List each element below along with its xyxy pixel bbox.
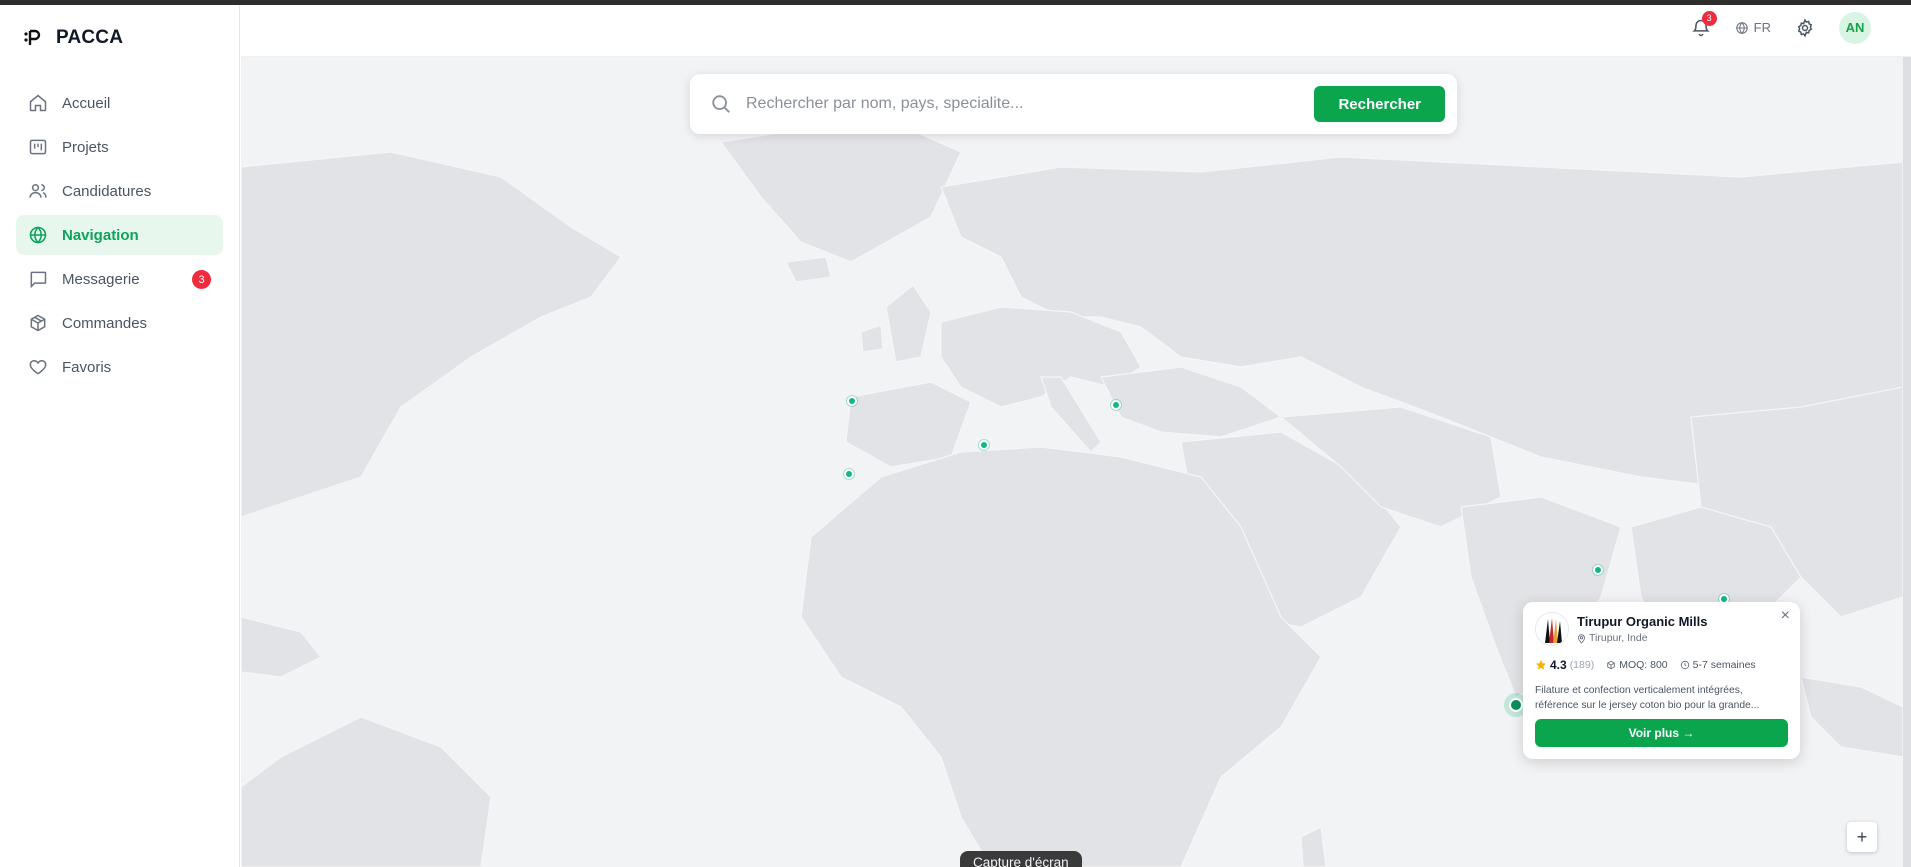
popup-title-group: Tirupur Organic Mills Tirupur, Inde <box>1577 614 1708 644</box>
supplier-marker[interactable] <box>1111 400 1121 410</box>
supplier-marker[interactable] <box>844 469 854 479</box>
notification-badge: 3 <box>1701 10 1717 26</box>
supplier-popup: × Tirupur Organic Mills Tirupur, Inde 4.… <box>1523 602 1800 759</box>
sidebar-item-messagerie[interactable]: Messagerie 3 <box>16 259 223 299</box>
sidebar: PACCA Accueil Projets Candidatures Navig… <box>0 5 240 867</box>
sidebar-item-navigation[interactable]: Navigation <box>16 215 223 255</box>
sidebar-item-label: Projets <box>62 138 109 156</box>
sidebar-item-candidatures[interactable]: Candidatures <box>16 171 223 211</box>
star-icon <box>1536 660 1546 670</box>
supplier-marker[interactable] <box>847 396 857 406</box>
home-icon <box>28 93 48 113</box>
unread-badge: 3 <box>192 270 211 289</box>
brand-name: PACCA <box>56 27 124 48</box>
location-text: Tirupur, Inde <box>1589 632 1648 644</box>
moq-text: MOQ: 800 <box>1619 659 1668 671</box>
box-icon <box>28 313 48 333</box>
moq: MOQ: 800 <box>1606 659 1668 671</box>
sidebar-item-label: Favoris <box>62 358 112 376</box>
selected-supplier-marker[interactable] <box>1509 698 1523 712</box>
clock-icon <box>1680 660 1689 670</box>
users-icon <box>28 181 48 201</box>
view-more-button[interactable]: Voir plus → <box>1535 719 1788 747</box>
sidebar-item-favoris[interactable]: Favoris <box>16 347 223 387</box>
globe-icon <box>1735 21 1748 34</box>
supplier-name: Tirupur Organic Mills <box>1577 614 1708 629</box>
supplier-description: Filature et confection verticalement int… <box>1535 685 1760 711</box>
supplier-marker[interactable] <box>1593 565 1603 575</box>
header-actions: 3 FR AN <box>1687 5 1871 50</box>
chat-icon <box>28 269 48 289</box>
sidebar-item-commandes[interactable]: Commandes <box>16 303 223 343</box>
review-count: (189) <box>1569 659 1595 671</box>
language-selector[interactable]: FR <box>1735 20 1771 35</box>
sidebar-item-label: Navigation <box>62 226 139 244</box>
brand[interactable]: PACCA <box>24 27 123 49</box>
scrollbar[interactable] <box>1903 57 1911 867</box>
sidebar-item-projets[interactable]: Projets <box>16 127 223 167</box>
globe-icon <box>28 225 48 245</box>
screenshot-toast: Capture d'écran <box>960 851 1082 867</box>
gear-icon <box>1797 17 1813 38</box>
sidebar-item-label: Accueil <box>62 94 111 112</box>
rating-value: 4.3 <box>1550 658 1567 672</box>
popup-header: Tirupur Organic Mills Tirupur, Inde <box>1535 612 1788 646</box>
map-search-bar: Rechercher <box>690 74 1457 134</box>
language-label: FR <box>1753 20 1771 35</box>
zoom-in-button[interactable]: + <box>1847 822 1877 852</box>
search-input[interactable] <box>746 95 1315 113</box>
rating: 4.3 (189) <box>1535 658 1594 672</box>
sidebar-nav: Accueil Projets Candidatures Navigation … <box>16 83 223 391</box>
notifications-button[interactable]: 3 <box>1687 10 1717 42</box>
brand-logo-icon <box>24 29 41 45</box>
pin-icon <box>1578 633 1585 644</box>
close-icon[interactable]: × <box>1781 608 1790 624</box>
sidebar-item-label: Candidatures <box>62 182 152 200</box>
board-icon <box>28 137 48 157</box>
search-button[interactable]: Rechercher <box>1314 86 1445 122</box>
supplier-logo <box>1535 612 1569 646</box>
search-icon <box>712 95 730 113</box>
user-avatar[interactable]: AN <box>1839 11 1871 44</box>
top-header: 3 FR AN <box>241 5 1911 57</box>
lead-time: 5-7 semaines <box>1680 659 1756 671</box>
sidebar-item-label: Commandes <box>62 314 148 332</box>
sidebar-item-accueil[interactable]: Accueil <box>16 83 223 123</box>
sidebar-item-label: Messagerie <box>62 270 140 288</box>
supplier-location: Tirupur, Inde <box>1577 632 1708 644</box>
supplier-stats: 4.3 (189) MOQ: 800 5-7 semaines <box>1535 658 1788 672</box>
settings-button[interactable] <box>1791 14 1819 42</box>
supplier-marker[interactable] <box>979 440 989 450</box>
heart-icon <box>28 357 48 377</box>
lead-time-text: 5-7 semaines <box>1692 659 1756 671</box>
box-icon <box>1607 660 1615 670</box>
